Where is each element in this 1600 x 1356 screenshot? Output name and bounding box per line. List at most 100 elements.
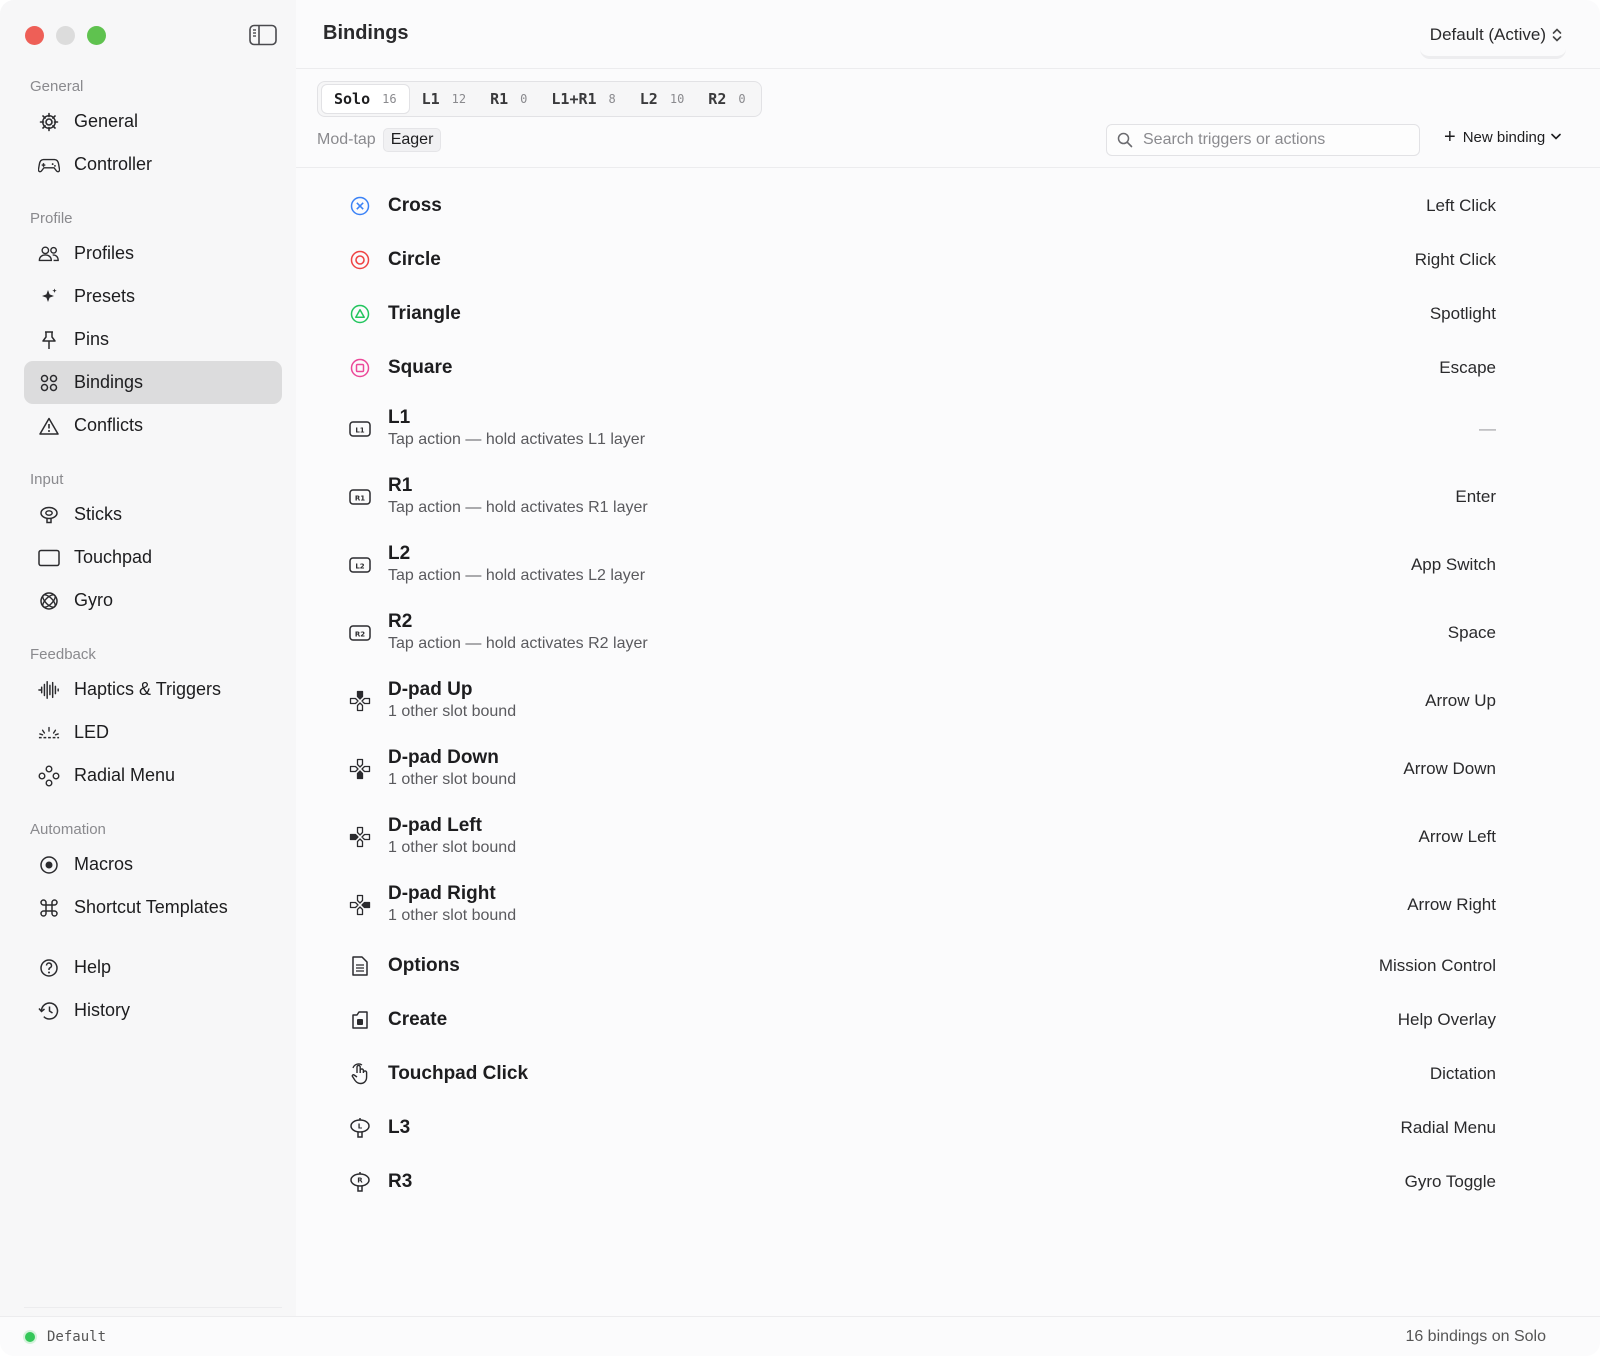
l3-icon: L xyxy=(349,1117,371,1139)
modtap-setting: Mod-tap Eager xyxy=(317,128,442,152)
sidebar-item-pins[interactable]: Pins xyxy=(24,318,282,361)
chevron-down-icon xyxy=(1551,131,1562,143)
plus-icon: + xyxy=(1444,126,1456,148)
binding-row-triangle[interactable]: Triangle Spotlight xyxy=(296,287,1600,341)
sidebar-item-presets[interactable]: Presets xyxy=(24,275,282,318)
binding-row-circle[interactable]: Circle Right Click xyxy=(296,233,1600,287)
binding-trigger: Triangle xyxy=(388,303,461,324)
svg-text:R2: R2 xyxy=(355,631,365,639)
help-icon xyxy=(38,957,60,979)
create-icon xyxy=(349,1009,371,1031)
tab-r1[interactable]: R1 0 xyxy=(478,85,539,113)
sidebar-item-label: Conflicts xyxy=(74,415,144,435)
binding-subtitle: 1 other slot bound xyxy=(388,771,517,788)
dpad-up-icon xyxy=(349,690,371,712)
sidebar-item-label: Haptics & Triggers xyxy=(74,679,222,699)
sidebar-item-sticks[interactable]: Sticks xyxy=(24,493,282,536)
tab-label: R1 xyxy=(490,90,509,108)
binding-row-r2[interactable]: R2 R2 Tap action — hold activates R2 laye… xyxy=(296,599,1600,667)
binding-action: Spotlight xyxy=(1429,304,1496,323)
binding-row-r1[interactable]: R1 R1 Tap action — hold activates R1 laye… xyxy=(296,463,1600,531)
bindings-list: Cross Left Click Circle Right Click Tria… xyxy=(296,179,1600,1209)
sidebar-item-conflicts[interactable]: Conflicts xyxy=(24,404,282,447)
window-controls xyxy=(25,26,106,45)
binding-trigger: Square xyxy=(388,357,453,378)
binding-row-r3[interactable]: R R3 Gyro Toggle xyxy=(296,1155,1600,1209)
binding-row-dpad-up[interactable]: D-pad Up 1 other slot bound Arrow Up xyxy=(296,667,1600,735)
minimize-window-button[interactable] xyxy=(56,26,75,45)
binding-action: Arrow Right xyxy=(1407,895,1496,914)
sidebar-item-profiles[interactable]: Profiles xyxy=(24,232,282,275)
binding-trigger: Create xyxy=(388,1009,448,1030)
gear-icon xyxy=(38,111,60,133)
binding-subtitle: 1 other slot bound xyxy=(388,703,517,720)
binding-action: Arrow Left xyxy=(1418,827,1496,846)
binding-row-dpad-right[interactable]: D-pad Right 1 other slot bound Arrow Righ… xyxy=(296,871,1600,939)
r1-icon: R1 xyxy=(349,486,371,508)
binding-row-l1[interactable]: L1 L1 Tap action — hold activates L1 laye… xyxy=(296,395,1600,463)
new-binding-button[interactable]: + New binding xyxy=(1444,126,1562,148)
binding-row-l3[interactable]: L L3 Radial Menu xyxy=(296,1101,1600,1155)
sidebar-item-haptics[interactable]: Haptics & Triggers xyxy=(24,668,282,711)
binding-row-create[interactable]: Create Help Overlay xyxy=(296,993,1600,1047)
binding-row-dpad-left[interactable]: D-pad Left 1 other slot bound Arrow Left xyxy=(296,803,1600,871)
bindings-count: 16 bindings on Solo xyxy=(1405,1328,1546,1345)
sidebar-item-label: Shortcut Templates xyxy=(74,897,228,917)
tab-l2[interactable]: L2 10 xyxy=(628,85,697,113)
binding-trigger: D-pad Right xyxy=(388,883,496,904)
gamepad-icon xyxy=(38,154,60,176)
sidebar-item-macros[interactable]: Macros xyxy=(24,843,282,886)
tab-l1[interactable]: L1 12 xyxy=(410,85,479,113)
sidebar-item-led[interactable]: LED xyxy=(24,711,282,754)
binding-row-l2[interactable]: L2 L2 Tap action — hold activates L2 laye… xyxy=(296,531,1600,599)
sidebar-section-feedback: Feedback xyxy=(30,646,96,663)
tab-count: 16 xyxy=(382,92,397,106)
tab-l1-r1[interactable]: L1+R1 8 xyxy=(539,85,627,113)
sidebar-item-history[interactable]: History xyxy=(24,989,282,1032)
binding-trigger: D-pad Up xyxy=(388,679,473,700)
sidebar-item-shortcut-templates[interactable]: Shortcut Templates xyxy=(24,886,282,929)
tab-label: L2 xyxy=(639,90,658,108)
sidebar-item-radial-menu[interactable]: Radial Menu xyxy=(24,754,282,797)
binding-row-cross[interactable]: Cross Left Click xyxy=(296,179,1600,233)
binding-row-square[interactable]: Square Escape xyxy=(296,341,1600,395)
modtap-value-button[interactable]: Eager xyxy=(382,128,442,152)
layer-tabs: Solo 16 L1 12 R1 0 L1+R1 8 L2 10 R2 0 xyxy=(317,81,762,117)
status-bar: Default 16 bindings on Solo xyxy=(0,1316,1600,1356)
tab-label: L1+R1 xyxy=(551,90,597,108)
sidebar-section-general: General xyxy=(30,78,84,95)
binding-row-options[interactable]: Options Mission Control xyxy=(296,939,1600,993)
tab-r2[interactable]: R2 0 xyxy=(696,85,757,113)
sidebar-item-help[interactable]: Help xyxy=(24,946,282,989)
tab-label: R2 xyxy=(708,90,727,108)
binding-action: Space xyxy=(1447,623,1496,642)
profile-select[interactable]: Default (Active) xyxy=(1419,14,1566,59)
sidebar-item-gyro[interactable]: Gyro xyxy=(24,579,282,622)
sidebar-section-profile: Profile xyxy=(30,210,73,227)
r3-icon: R xyxy=(349,1171,371,1193)
sidebar-item-controller[interactable]: Controller xyxy=(24,143,282,186)
svg-text:R1: R1 xyxy=(355,495,365,503)
close-window-button[interactable] xyxy=(25,26,44,45)
svg-text:L: L xyxy=(358,1123,363,1131)
binding-row-dpad-down[interactable]: D-pad Down 1 other slot bound Arrow Down xyxy=(296,735,1600,803)
search-input[interactable] xyxy=(1141,130,1405,150)
touchpad-click-icon xyxy=(349,1063,371,1085)
sidebar-item-general[interactable]: General xyxy=(24,100,282,143)
zoom-window-button[interactable] xyxy=(87,26,106,45)
square-icon xyxy=(349,357,371,379)
binding-row-touchpad-click[interactable]: Touchpad Click Dictation xyxy=(296,1047,1600,1101)
sidebar-toggle-icon[interactable] xyxy=(249,24,277,46)
sidebar-item-touchpad[interactable]: Touchpad xyxy=(24,536,282,579)
people-icon xyxy=(38,243,60,265)
active-profile-status: Default xyxy=(25,1329,106,1345)
sidebar-item-label: Help xyxy=(74,957,112,977)
sidebar-item-bindings[interactable]: Bindings xyxy=(24,361,282,404)
binding-subtitle: Tap action — hold activates R1 layer xyxy=(388,499,648,516)
sidebar: General General Controller Profile Profi… xyxy=(0,0,296,1316)
gyro-icon xyxy=(38,590,60,612)
binding-action: Gyro Toggle xyxy=(1404,1172,1496,1191)
tab-solo[interactable]: Solo 16 xyxy=(321,84,410,114)
l2-icon: L2 xyxy=(349,554,371,576)
header-divider xyxy=(296,68,1600,69)
